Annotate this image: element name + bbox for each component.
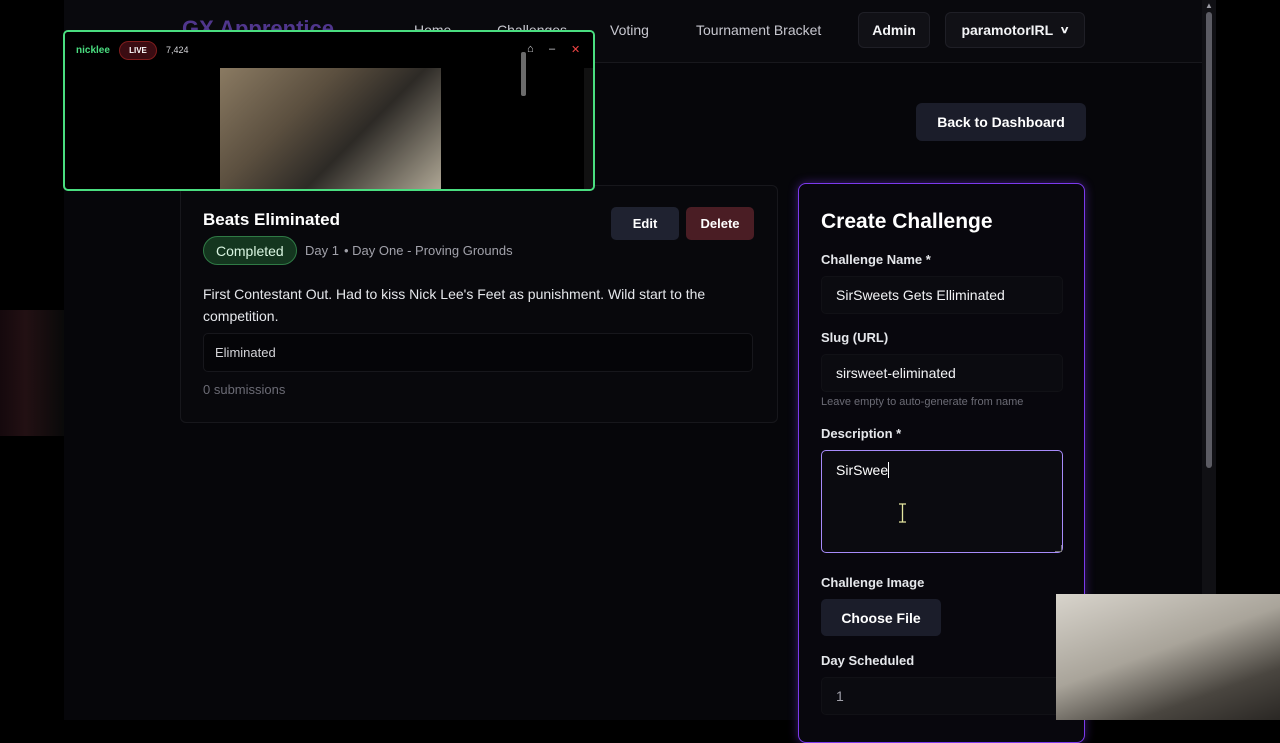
challenge-name-value: SirSweets Gets Elliminated [836, 287, 1005, 303]
nav-link-voting[interactable]: Voting [610, 22, 649, 38]
stream-scrollbar-thumb[interactable] [521, 52, 526, 96]
textarea-resize-handle[interactable] [1055, 545, 1062, 552]
user-menu-label: paramotorIRL [961, 22, 1054, 38]
edit-label: Edit [632, 216, 658, 231]
day-scheduled-label: Day Scheduled [821, 653, 915, 668]
minimize-icon[interactable]: – [549, 43, 555, 55]
user-menu-button[interactable]: paramotorIRL ∨ [945, 12, 1085, 48]
choose-file-button[interactable]: Choose File [821, 599, 941, 636]
slug-hint: Leave empty to auto-generate from name [821, 396, 1024, 408]
admin-button[interactable]: Admin [858, 12, 930, 48]
stream-video[interactable] [220, 68, 441, 189]
challenge-title: Beats Eliminated [203, 210, 340, 229]
stream-channel-name[interactable]: nicklee [76, 45, 110, 56]
delete-label: Delete [700, 216, 740, 231]
viewer-count: 7,424 [166, 45, 189, 55]
submission-count: 0 submissions [203, 382, 286, 397]
page-scrollbar-thumb[interactable] [1206, 12, 1212, 468]
challenge-name-label: Challenge Name * [821, 252, 931, 267]
scroll-up-arrow-icon[interactable]: ▲ [1204, 2, 1214, 10]
slug-input[interactable]: sirsweet-eliminated [821, 354, 1063, 392]
home-icon[interactable]: ⌂ [527, 43, 534, 55]
text-cursor-icon [899, 503, 906, 523]
status-badge: Completed [203, 236, 297, 265]
description-value: SirSwee [836, 462, 889, 478]
stream-popout[interactable]: nicklee LIVE 7,424 ⌂ – ✕ [63, 30, 595, 191]
admin-label: Admin [872, 22, 916, 38]
stream-scrollbar[interactable] [584, 68, 593, 189]
slug-value: sirsweet-eliminated [836, 365, 956, 381]
back-label: Back to Dashboard [937, 114, 1065, 130]
day-scheduled-input[interactable]: 1 [821, 677, 1063, 715]
webcam-overlay [1056, 594, 1280, 720]
challenge-result: Eliminated [215, 345, 276, 360]
form-title: Create Challenge [821, 210, 993, 233]
nav-link-tournament-bracket[interactable]: Tournament Bracket [696, 22, 821, 38]
close-icon[interactable]: ✕ [571, 43, 580, 56]
stream-glitch-artifact [0, 310, 64, 436]
delete-challenge-button[interactable]: Delete [686, 207, 754, 240]
challenge-result-box: Eliminated [203, 333, 753, 372]
chevron-down-icon: ∨ [1059, 24, 1071, 36]
live-badge: LIVE [119, 41, 157, 60]
description-label: Description * [821, 426, 902, 441]
description-textarea[interactable]: SirSwee [821, 450, 1063, 553]
challenge-name-input[interactable]: SirSweets Gets Elliminated [821, 276, 1063, 314]
text-caret [888, 462, 890, 478]
slug-label: Slug (URL) [821, 330, 889, 345]
day-scheduled-value: 1 [836, 688, 844, 704]
challenge-image-label: Challenge Image [821, 575, 925, 590]
back-to-dashboard-button[interactable]: Back to Dashboard [916, 103, 1086, 141]
challenge-description: First Contestant Out. Had to kiss Nick L… [203, 286, 706, 324]
edit-challenge-button[interactable]: Edit [611, 207, 679, 240]
choose-file-label: Choose File [841, 609, 921, 626]
challenge-phase: • Day One - Proving Grounds [344, 243, 513, 258]
challenge-day: Day 1 [305, 243, 339, 258]
